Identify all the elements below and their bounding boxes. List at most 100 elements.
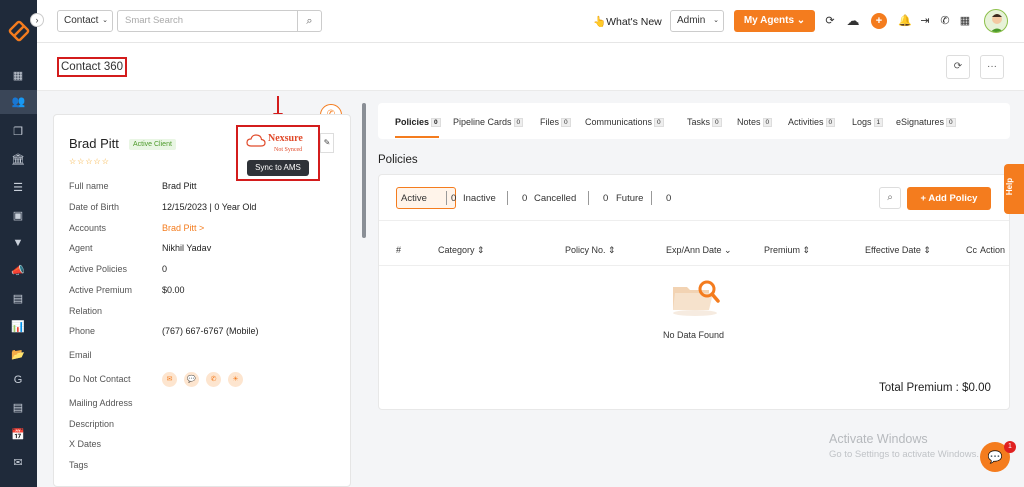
help-tab[interactable]: Help bbox=[1004, 164, 1024, 214]
avatar[interactable] bbox=[984, 9, 1008, 33]
refresh-icon[interactable]: ⟳ bbox=[822, 13, 838, 29]
windows-watermark-subtitle: Go to Settings to activate Windows. bbox=[829, 449, 979, 460]
filter-cancelled[interactable]: Cancelled bbox=[534, 193, 576, 204]
contact-type-select[interactable]: Contact ⌄ bbox=[57, 10, 113, 32]
field-label: Date of Birth bbox=[69, 202, 120, 212]
funnel-icon[interactable]: ▼ bbox=[9, 234, 27, 252]
filter-active[interactable]: Active bbox=[401, 193, 427, 204]
rating-stars[interactable]: ☆☆☆☆☆ bbox=[69, 157, 110, 166]
cloud-upload-icon[interactable]: ☁ bbox=[845, 13, 861, 29]
my-agents-button[interactable]: My Agents ⌄ bbox=[734, 10, 815, 32]
active-tab-indicator bbox=[395, 136, 439, 138]
column-header[interactable]: Premium ⇕ bbox=[764, 245, 810, 256]
column-header[interactable]: Effective Date ⇕ bbox=[865, 245, 931, 256]
documents-icon[interactable]: ❐ bbox=[9, 123, 27, 141]
admin-select[interactable]: Admin ⌄ bbox=[670, 10, 724, 32]
add-icon[interactable]: + bbox=[871, 13, 887, 29]
more-icon: ··· bbox=[987, 61, 997, 72]
field-value: 0 bbox=[162, 264, 168, 274]
status-badge: Active Client bbox=[129, 139, 176, 150]
policies-card: Active 0 Inactive 0 Cancelled 0 Future 0 ⌕ + Ad… bbox=[378, 174, 1010, 410]
tab-label: Policies bbox=[395, 117, 430, 127]
contact-card-icon[interactable]: ▣ bbox=[9, 207, 27, 225]
tab-files[interactable]: Files 0 bbox=[540, 117, 571, 128]
chat-icon: 💬 bbox=[987, 450, 1003, 464]
top-bar: Contact ⌄ Smart Search ⌕ 👆What's New Adm… bbox=[37, 0, 1024, 43]
folder-icon[interactable]: 📂 bbox=[9, 346, 27, 364]
contact-type-select-value: Contact bbox=[64, 15, 99, 26]
sidebar-toggle-button[interactable]: › bbox=[30, 13, 44, 27]
account-link[interactable]: Brad Pitt > bbox=[162, 223, 204, 233]
field-value: (767) 667-6767 (Mobile) bbox=[162, 326, 259, 336]
list-icon[interactable]: ☰ bbox=[9, 179, 27, 197]
tab-label: Pipeline Cards bbox=[453, 117, 512, 127]
dashboard-icon[interactable]: ▦ bbox=[9, 67, 27, 85]
google-icon[interactable]: G bbox=[9, 371, 27, 389]
whats-new-link[interactable]: 👆What's New bbox=[593, 15, 662, 28]
sun-icon[interactable]: ☀ bbox=[228, 372, 243, 387]
tab-count-badge: 0 bbox=[513, 118, 524, 128]
sidebar: ▦ 👥 ❐ 🏛 ☰ ▣ ▼ 📣 ▤ 📊 📂 G ▤ 📅 ✉ bbox=[0, 0, 37, 487]
file-icon[interactable]: ▤ bbox=[9, 290, 27, 308]
app-logo[interactable] bbox=[8, 20, 30, 42]
column-header[interactable]: Policy No. ⇕ bbox=[565, 245, 616, 256]
search-icon: ⌕ bbox=[887, 192, 893, 203]
field-label: Relation bbox=[69, 306, 103, 316]
filter-count: 0 bbox=[603, 193, 609, 204]
field-value: $0.00 bbox=[162, 285, 185, 295]
tab-count-badge: 0 bbox=[712, 118, 722, 128]
bell-icon[interactable]: 🔔 bbox=[897, 13, 913, 29]
phone-icon[interactable]: ✆ bbox=[206, 372, 221, 387]
logout-icon[interactable]: ⇥ bbox=[917, 13, 933, 29]
filter-count: 0 bbox=[522, 193, 528, 204]
add-policy-button[interactable]: + Add Policy bbox=[907, 187, 991, 210]
search-button[interactable]: ⌕ bbox=[297, 10, 322, 32]
column-header[interactable]: Category ⇕ bbox=[438, 245, 485, 256]
page-icon[interactable]: ▤ bbox=[9, 399, 27, 417]
field-label: Tags bbox=[69, 460, 89, 470]
total-premium: Total Premium : $0.00 bbox=[879, 382, 991, 394]
tab-esignatures[interactable]: eSignatures 0 bbox=[896, 117, 956, 128]
tab-label: Logs bbox=[852, 117, 872, 127]
mail-icon[interactable]: ✉ bbox=[162, 372, 177, 387]
smart-search-input[interactable]: Smart Search bbox=[117, 10, 297, 32]
phone-icon[interactable]: ✆ bbox=[937, 13, 953, 29]
calendar-icon[interactable]: 📅 bbox=[9, 426, 27, 444]
field-value: 12/15/2023 | 0 Year Old bbox=[162, 202, 257, 212]
search-icon: ⌕ bbox=[306, 15, 313, 27]
tab-tasks[interactable]: Tasks 0 bbox=[687, 117, 722, 128]
refresh-button[interactable]: ⟳ bbox=[946, 55, 970, 79]
tab-label: Communications bbox=[585, 117, 653, 127]
tab-logs[interactable]: Logs 1 bbox=[852, 117, 884, 128]
tab-pipeline-cards[interactable]: Pipeline Cards 0 bbox=[453, 117, 524, 128]
column-header: # bbox=[396, 245, 402, 255]
column-header: Cc bbox=[966, 245, 977, 255]
tab-activities[interactable]: Activities 0 bbox=[788, 117, 836, 128]
more-options-button[interactable]: ··· bbox=[980, 55, 1004, 79]
tab-label: Activities bbox=[788, 117, 824, 127]
panel-scrollbar[interactable] bbox=[362, 103, 366, 238]
chat-icon[interactable]: 💬 bbox=[184, 372, 199, 387]
tab-policies[interactable]: Policies 0 bbox=[395, 117, 441, 128]
field-label: Mailing Address bbox=[69, 398, 133, 408]
calculator-icon[interactable]: ▦ bbox=[957, 13, 973, 29]
chart-icon[interactable]: 📊 bbox=[9, 318, 27, 336]
field-label: Do Not Contact bbox=[69, 374, 131, 384]
page-header: Contact 360 ⟳ ··· bbox=[37, 43, 1024, 91]
megaphone-icon[interactable]: 📣 bbox=[9, 262, 27, 280]
bank-icon[interactable]: 🏛 bbox=[9, 151, 27, 169]
tab-notes[interactable]: Notes 0 bbox=[737, 117, 773, 128]
admin-select-value: Admin bbox=[677, 15, 706, 26]
field-label: Description bbox=[69, 419, 115, 429]
filter-separator bbox=[651, 191, 652, 205]
column-header[interactable]: Exp/Ann Date ⌄ bbox=[666, 245, 732, 256]
filter-future[interactable]: Future bbox=[616, 193, 643, 204]
contacts-icon[interactable]: 👥 bbox=[0, 90, 37, 114]
edit-contact-button[interactable]: ✎ bbox=[320, 133, 334, 153]
filter-inactive[interactable]: Inactive bbox=[463, 193, 496, 204]
tab-count-badge: 0 bbox=[825, 118, 836, 128]
tab-count-badge: 1 bbox=[873, 118, 884, 128]
mail-icon[interactable]: ✉ bbox=[9, 454, 27, 472]
tab-communications[interactable]: Communications 0 bbox=[585, 117, 664, 128]
policy-search-button[interactable]: ⌕ bbox=[879, 187, 901, 209]
